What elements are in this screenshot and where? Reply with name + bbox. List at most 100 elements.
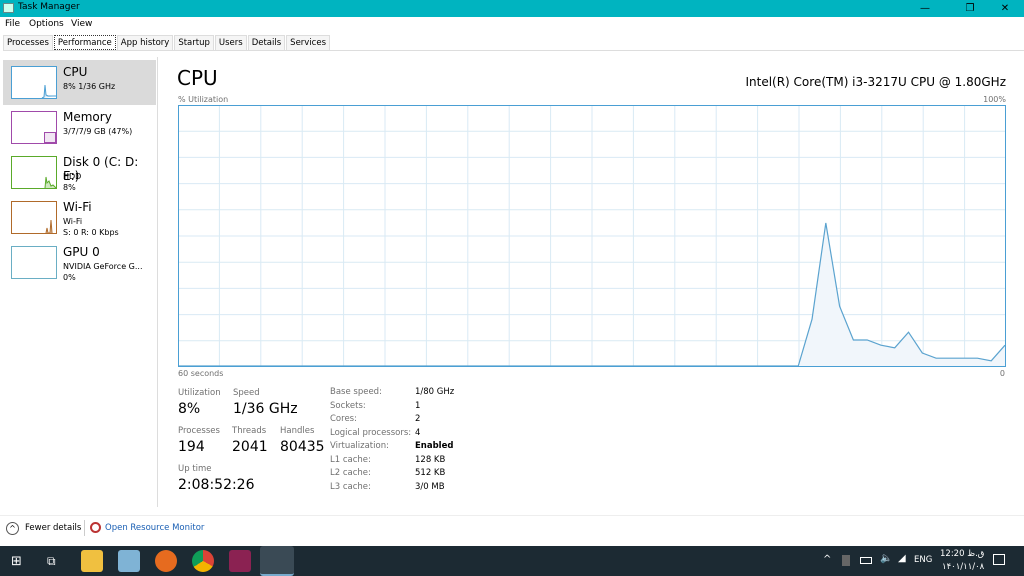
sidebar-item-label: CPU <box>63 65 88 79</box>
firefox-icon[interactable] <box>155 550 177 572</box>
info-value: 2 <box>415 414 421 424</box>
tab-services[interactable]: Services <box>286 35 331 50</box>
menu-options[interactable]: Options <box>29 19 64 29</box>
info-value: 1 <box>415 400 421 411</box>
info-key: Base speed: <box>330 387 382 397</box>
info-key: L2 cache: <box>330 468 371 478</box>
sidebar-item-sub: 3/7/7/9 GB (47%) <box>63 127 133 136</box>
sidebar-item-sub: 8% 1/36 GHz <box>63 82 116 91</box>
task-view-icon[interactable]: ⧉ <box>47 554 56 569</box>
tab-users[interactable]: Users <box>214 35 247 50</box>
notification-icon[interactable] <box>993 554 1005 565</box>
tab-app-history[interactable]: App history <box>116 35 174 50</box>
clock-time[interactable]: 12:20 ق.ظ <box>940 549 984 559</box>
window-title: Task Manager <box>18 2 80 12</box>
processes-value: 194 <box>178 439 205 455</box>
sidebar-item-sub: NVIDIA GeForce G... <box>63 262 143 271</box>
sidebar-item-sub: Wi-Fi <box>63 217 83 226</box>
memory-thumbnail <box>11 111 57 144</box>
info-key: Cores: <box>330 414 357 424</box>
info-key: Logical processors: <box>330 427 412 438</box>
threads-label: Threads <box>232 426 267 436</box>
info-key: L3 cache: <box>330 481 371 492</box>
fewer-details-button[interactable]: Fewer details <box>25 523 81 533</box>
divider <box>84 520 85 536</box>
info-value: Enabled <box>415 441 454 451</box>
gpu-thumbnail <box>11 246 57 279</box>
threads-value: 2041 <box>232 439 268 455</box>
utilization-label: Utilization <box>178 388 221 398</box>
sidebar-item-sub: 0% <box>63 273 76 282</box>
speed-label: Speed <box>233 388 260 398</box>
handles-label: Handles <box>280 426 315 436</box>
winrar-icon[interactable] <box>229 550 251 572</box>
wifi-icon[interactable]: ◢ <box>898 553 906 564</box>
file-explorer-icon[interactable] <box>81 550 103 572</box>
uptime-value: 2:08:52:26 <box>178 477 255 493</box>
sidebar-item-label: GPU 0 <box>63 245 100 259</box>
sidebar-item-sub: 8% <box>63 183 76 192</box>
minimize-button[interactable]: — <box>910 0 940 17</box>
close-button[interactable]: ✕ <box>990 0 1020 17</box>
sidebar-item-label: Wi-Fi <box>63 200 92 214</box>
menu-file[interactable]: File <box>5 19 20 29</box>
sidebar: CPU 8% 1/36 GHz Memory 3/7/7/9 GB (47%) … <box>0 57 158 507</box>
language-indicator[interactable]: ENG <box>914 555 932 565</box>
clock-date[interactable]: ۱۴۰۱/۱۱/۰۸ <box>942 562 984 572</box>
processes-label: Processes <box>178 426 220 436</box>
tray-app-icon[interactable] <box>842 555 850 566</box>
sidebar-item-sub: S: 0 R: 0 Kbps <box>63 228 119 237</box>
resource-monitor-icon <box>90 522 101 533</box>
menu-bar: File Options View <box>0 17 1024 32</box>
chevron-up-icon[interactable]: ^ <box>6 522 19 535</box>
cpu-thumbnail <box>11 66 57 99</box>
info-key: Virtualization: <box>330 441 389 451</box>
battery-icon[interactable] <box>860 557 872 564</box>
sidebar-item-sub: HDD <box>63 172 82 181</box>
volume-icon[interactable]: 🔈 <box>880 553 892 564</box>
time-axis-label: 60 seconds <box>178 369 224 378</box>
taskbar: ⊞ ⧉ ^ 🔈 ◢ ENG 12:20 ق.ظ ۱۴۰۱/۱۱/۰۸ <box>0 546 1024 576</box>
tab-bar: Processes Performance App history Startu… <box>3 35 1024 51</box>
task-manager-taskbar-icon[interactable] <box>260 546 294 576</box>
sidebar-item-gpu[interactable]: GPU 0 NVIDIA GeForce G... 0% <box>3 240 156 285</box>
title-bar: Task Manager — ❐ ✕ <box>0 0 1024 17</box>
disk-thumbnail <box>11 156 57 189</box>
task-manager-icon <box>3 3 14 13</box>
sidebar-item-wifi[interactable]: Wi-Fi Wi-Fi S: 0 R: 0 Kbps <box>3 195 156 240</box>
info-value: 512 KB <box>415 468 446 478</box>
menu-view[interactable]: View <box>71 19 92 29</box>
tab-performance[interactable]: Performance <box>53 35 116 50</box>
page-title: CPU <box>177 66 218 90</box>
handles-value: 80435 <box>280 439 325 455</box>
tab-processes[interactable]: Processes <box>3 35 53 50</box>
utilization-axis-label: % Utilization <box>178 95 229 104</box>
uptime-label: Up time <box>178 464 212 474</box>
windows-start-icon[interactable]: ⊞ <box>11 554 22 569</box>
info-key: L1 cache: <box>330 454 371 465</box>
y-min-label: 0 <box>999 369 1005 378</box>
info-value: 128 KB <box>415 454 446 465</box>
chevron-up-icon[interactable]: ^ <box>823 554 831 565</box>
wifi-thumbnail <box>11 201 57 234</box>
tab-details[interactable]: Details <box>247 35 286 50</box>
sidebar-item-memory[interactable]: Memory 3/7/7/9 GB (47%) <box>3 105 156 150</box>
info-value: 1/80 GHz <box>415 387 455 397</box>
tab-startup[interactable]: Startup <box>174 35 214 50</box>
info-value: 4 <box>415 427 421 438</box>
info-key: Sockets: <box>330 400 366 411</box>
utilization-value: 8% <box>178 401 201 417</box>
sidebar-item-cpu[interactable]: CPU 8% 1/36 GHz <box>3 60 156 105</box>
cpu-utilization-graph <box>178 105 1006 367</box>
info-value: 3/0 MB <box>415 481 445 492</box>
footer: ^ Fewer details Open Resource Monitor <box>0 515 1024 545</box>
maximize-button[interactable]: ❐ <box>955 0 985 17</box>
sidebar-item-disk[interactable]: Disk 0 (C: D: E:) HDD 8% <box>3 150 156 195</box>
chrome-icon[interactable] <box>192 550 214 572</box>
y-max-label: 100% <box>983 95 1006 104</box>
sidebar-item-label: Memory <box>63 110 112 124</box>
app-icon[interactable] <box>118 550 140 572</box>
cpu-model: Intel(R) Core(TM) i3-3217U CPU @ 1.80GHz <box>745 75 1006 89</box>
speed-value: 1/36 GHz <box>233 401 298 417</box>
open-resource-monitor-link[interactable]: Open Resource Monitor <box>105 523 204 533</box>
